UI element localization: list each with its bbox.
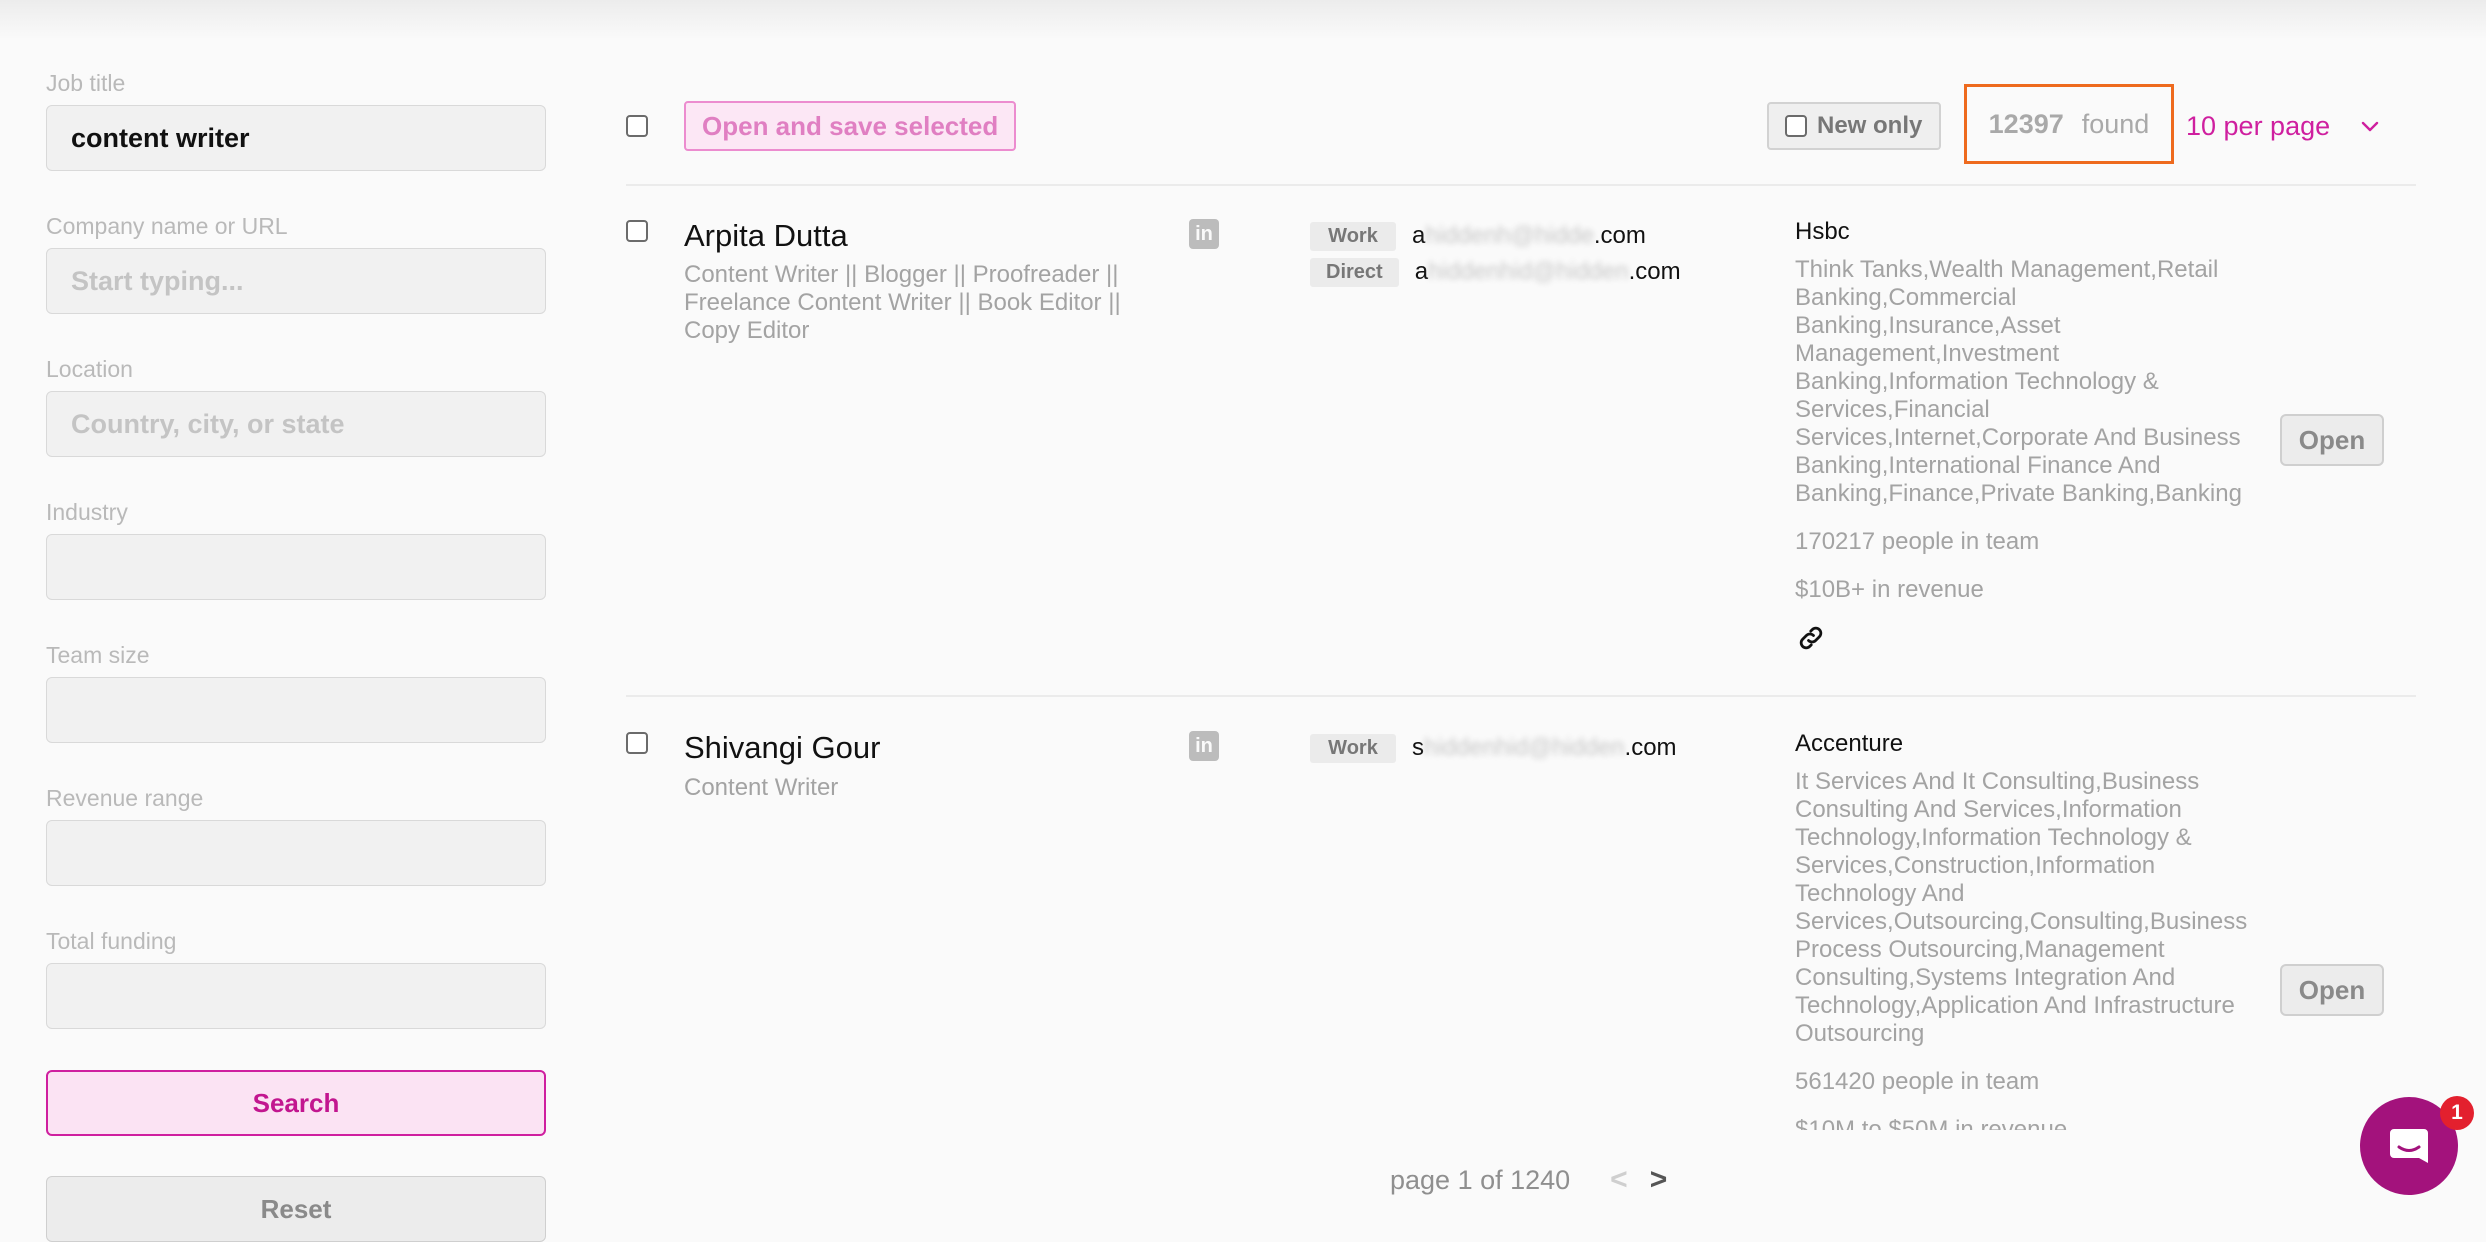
linkedin-icon[interactable]: in (1189, 731, 1219, 761)
job-title-label: Job title (46, 70, 126, 96)
row-clip: Shivangi Gour Content Writer in Work shi… (626, 0, 2416, 1130)
company-input[interactable] (46, 248, 546, 314)
revenue-range-input[interactable] (46, 820, 546, 886)
company-label: Company name or URL (46, 213, 288, 239)
person-title: Content Writer (684, 774, 839, 801)
chat-icon (2390, 1129, 2428, 1163)
team-size-input[interactable] (46, 677, 546, 743)
prev-page-button[interactable]: < (1610, 1163, 1628, 1197)
team-size-label: Team size (46, 642, 150, 668)
email-type-tag: Work (1310, 733, 1396, 763)
reset-button[interactable]: Reset (46, 1176, 546, 1242)
pagination: page 1 of 1240 < > (1390, 1160, 1667, 1200)
chat-notification-badge: 1 (2440, 1096, 2474, 1130)
row-select-checkbox[interactable] (626, 732, 648, 754)
revenue-range-label: Revenue range (46, 785, 204, 811)
company-team-size: 561420 people in team (1795, 1068, 2040, 1095)
company-revenue: $10M to $50M in revenue (1795, 1116, 2068, 1130)
open-contact-button[interactable]: Open (2280, 964, 2384, 1016)
location-input[interactable] (46, 391, 546, 457)
search-button[interactable]: Search (46, 1070, 546, 1136)
company-name[interactable]: Accenture (1795, 730, 1903, 758)
industry-input[interactable] (46, 534, 546, 600)
next-page-button[interactable]: > (1650, 1163, 1668, 1197)
total-funding-label: Total funding (46, 928, 177, 954)
person-name[interactable]: Shivangi Gour (684, 730, 880, 766)
job-title-input[interactable] (46, 105, 546, 171)
results-panel: Open and save selected New only 12397 fo… (626, 0, 2416, 1226)
email-work: Work shiddenhid@hidden.com (1310, 733, 1677, 763)
email-value[interactable]: shiddenhid@hidden.com (1412, 734, 1677, 762)
page-indicator: page 1 of 1240 (1390, 1164, 1571, 1195)
industry-label: Industry (46, 499, 128, 525)
location-label: Location (46, 356, 133, 382)
total-funding-input[interactable] (46, 963, 546, 1029)
company-industries: It Services And It Consulting,Business C… (1795, 768, 2248, 1047)
